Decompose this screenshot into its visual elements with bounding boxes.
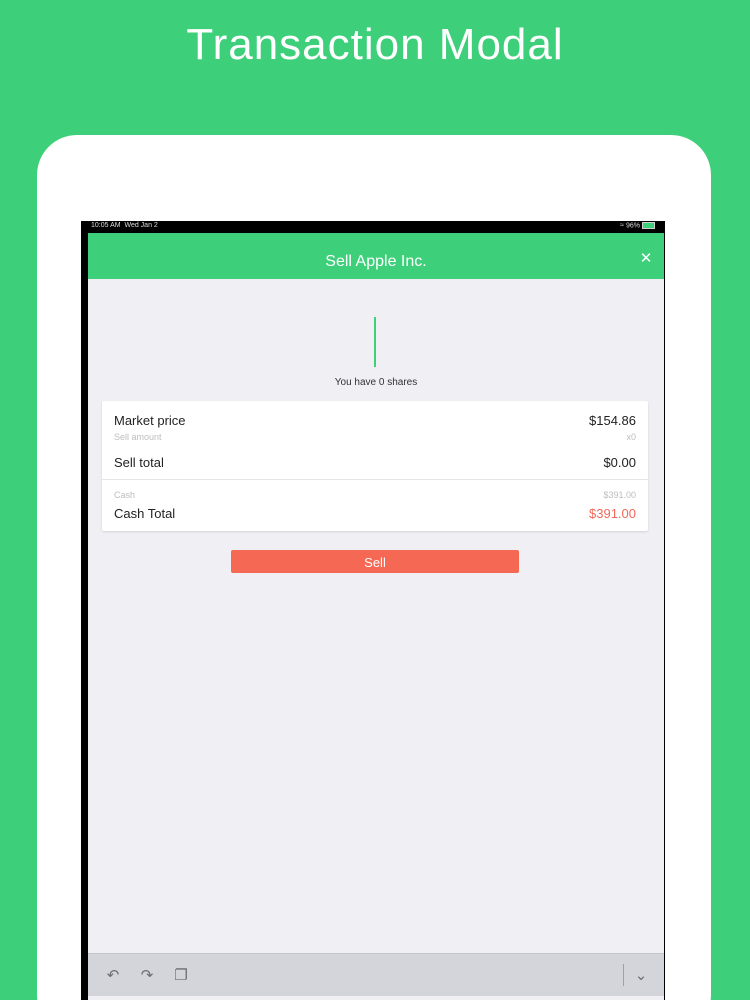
undo-icon[interactable]: ↶ [104,966,122,984]
status-bar: 10:05 AM Wed Jan 2 ≈96% [81,221,665,233]
cash-label: Cash [114,490,136,500]
transaction-modal: Sell Apple Inc. ✕ You have 0 shares Mark… [88,233,664,1000]
cash-total-value: $391.00 [589,506,636,521]
close-icon[interactable]: ✕ [638,251,654,267]
tablet-screen: 10:05 AM Wed Jan 2 ≈96% Sell Apple Inc. … [81,221,665,1000]
status-right: ≈96% [620,222,655,229]
page: Transaction Modal 10:05 AM Wed Jan 2 ≈96… [0,0,750,1000]
sell-total-label: Sell total [114,455,164,470]
sell-button[interactable]: Sell [231,550,519,573]
keyboard-shortcut-toolbar: ↶ ↷ ❐ ⌄ [88,953,664,996]
order-summary-card: Market price $154.86 Sell amount x0 Sell… [102,401,648,531]
market-price-value: $154.86 [589,413,636,428]
modal-header: Sell Apple Inc. ✕ [88,233,664,279]
page-headline: Transaction Modal [186,20,564,69]
status-time: 10:05 AM [91,222,121,229]
modal-title: Sell Apple Inc. [325,253,427,270]
sell-amount-value: x0 [626,432,636,442]
sell-total-value: $0.00 [603,455,636,470]
battery-icon [642,222,655,229]
cash-total-label: Cash Total [114,506,176,521]
toolbar-separator [623,964,624,986]
chevron-down-icon[interactable]: ⌄ [632,966,650,984]
text-cursor[interactable] [374,317,376,367]
battery-percent: 96% [625,222,640,230]
market-price-label: Market price [114,413,186,428]
status-date: Wed Jan 2 [124,222,158,229]
paste-icon[interactable]: ❐ [172,966,190,984]
wifi-icon: ≈ [620,222,624,230]
sell-amount-label: Sell amount [114,432,162,442]
tablet-frame: 10:05 AM Wed Jan 2 ≈96% Sell Apple Inc. … [37,135,711,1000]
shares-owned-text: You have 0 shares [334,377,418,388]
card-divider [102,479,648,480]
status-time-date: 10:05 AM Wed Jan 2 [91,222,158,229]
redo-icon[interactable]: ↷ [138,966,156,984]
cash-value: $391.00 [603,490,636,500]
